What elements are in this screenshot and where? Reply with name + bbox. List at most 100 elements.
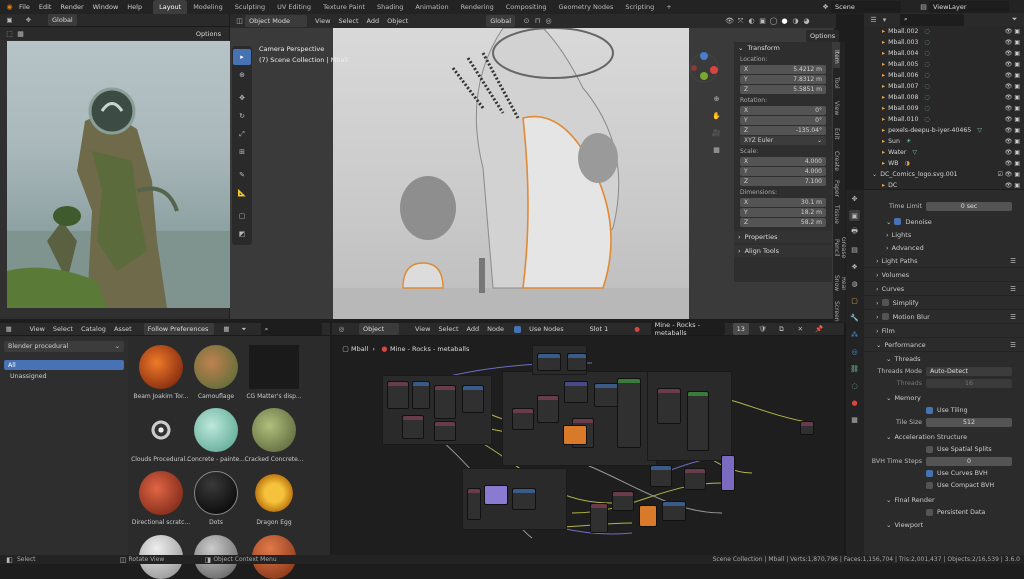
transform-tool-icon[interactable]: ⊞: [233, 144, 251, 160]
asset-item[interactable]: Cracked Concrete...: [244, 408, 304, 463]
rotation-mode-dropdown[interactable]: XYZ Euler ⌄: [740, 136, 826, 145]
shading-wire-icon[interactable]: ◯: [768, 16, 779, 27]
asset-item[interactable]: Concrete - painte...: [186, 408, 246, 463]
node[interactable]: [662, 501, 686, 521]
tab-tissue[interactable]: Tissue: [833, 200, 840, 226]
asset-item[interactable]: Beam Joakim Tor...: [131, 345, 191, 400]
node[interactable]: [800, 421, 814, 435]
node[interactable]: [387, 381, 409, 409]
outliner-row[interactable]: ▸ WB ◑ 👁 ▣: [864, 158, 1024, 169]
advanced-subpanel[interactable]: › Advanced: [864, 241, 1024, 254]
outliner-row[interactable]: ▸ Mball.007 ◌ 👁 ▣: [864, 81, 1024, 92]
particles-tab-icon[interactable]: ⁂: [849, 329, 860, 340]
outliner-row[interactable]: ▸ Mball.005 ◌ 👁 ▣: [864, 59, 1024, 70]
node[interactable]: [537, 353, 561, 371]
tab-tool[interactable]: Tool: [833, 68, 840, 94]
persistent-data-checkbox[interactable]: [926, 508, 933, 516]
move-tool-icon[interactable]: ✥: [233, 90, 251, 106]
tab-screen[interactable]: Screen: [833, 298, 840, 322]
tool-tab-icon[interactable]: ✥: [849, 193, 860, 204]
select-mode-icon[interactable]: ▦: [15, 28, 26, 39]
tab-uv-editing[interactable]: UV Editing: [271, 0, 317, 14]
asset-menu-view[interactable]: View: [29, 325, 44, 333]
simplify-checkbox[interactable]: [881, 299, 889, 306]
menu-file[interactable]: File: [19, 3, 30, 11]
menu-edit[interactable]: Edit: [39, 3, 52, 11]
node[interactable]: [590, 503, 608, 533]
node[interactable]: [462, 385, 484, 413]
film-panel[interactable]: › Film: [864, 324, 1024, 338]
view-layer-tab-icon[interactable]: ▤: [849, 244, 860, 255]
constraints-tab-icon[interactable]: ⛓: [849, 363, 860, 374]
node[interactable]: [412, 381, 430, 409]
tab-animation[interactable]: Animation: [409, 0, 454, 14]
node[interactable]: [512, 408, 534, 430]
tab-layout[interactable]: Layout: [153, 0, 188, 14]
threads-field[interactable]: 16: [926, 378, 1012, 388]
camera-view[interactable]: [333, 27, 689, 319]
viewport-transform-orientation[interactable]: Global: [486, 15, 516, 27]
transform-section-header[interactable]: ⌄ Transform: [734, 42, 832, 54]
curves-panel[interactable]: › Curves ☰: [864, 282, 1024, 296]
compact-bvh-row[interactable]: Use Compact BVH: [864, 479, 1024, 491]
annotate-tool-icon[interactable]: ✎: [233, 167, 251, 183]
asset-menu-catalog[interactable]: Catalog: [81, 325, 106, 333]
rotate-tool-icon[interactable]: ↻: [233, 108, 251, 124]
scene-tab-icon[interactable]: ❖: [849, 261, 860, 272]
location-x[interactable]: X 5.4212 m: [740, 65, 826, 74]
shading-material-icon[interactable]: ◑: [790, 16, 801, 27]
tab-real-snow[interactable]: Real Snow: [833, 266, 847, 298]
node[interactable]: [434, 385, 456, 419]
image-options-button[interactable]: Options: [191, 27, 225, 40]
node[interactable]: [650, 465, 672, 487]
shader-node-editor[interactable]: ◎ Object View Select Add Node Use Nodes …: [332, 321, 844, 555]
node[interactable]: [721, 455, 735, 491]
snap-magnet-icon[interactable]: ⊓: [532, 16, 543, 27]
viewport-menu-object[interactable]: Object: [387, 17, 408, 25]
node[interactable]: [512, 488, 536, 510]
curves-bvh-row[interactable]: Use Curves BVH: [864, 467, 1024, 479]
outliner-search[interactable]: ⌕: [900, 13, 964, 26]
scale-y[interactable]: Y 4.000: [740, 167, 826, 176]
catalog-all[interactable]: All: [4, 360, 124, 370]
outliner-row[interactable]: ▸ Mball.003 ◌ 👁 ▣: [864, 37, 1024, 48]
grid-view-icon[interactable]: ▦: [222, 324, 231, 335]
tab-create[interactable]: Create: [833, 144, 840, 174]
node[interactable]: [639, 505, 657, 527]
tab-grease-pencil[interactable]: Grease Pencil: [833, 226, 847, 266]
xray-icon[interactable]: ▣: [757, 16, 768, 27]
world-tab-icon[interactable]: ◍: [849, 278, 860, 289]
tab-geometry-nodes[interactable]: Geometry Nodes: [553, 0, 620, 14]
memory-subpanel[interactable]: ⌄ Memory: [864, 391, 1024, 404]
outliner-row[interactable]: ▸ pexels-deepu-b-iyer-40465 ▽ 👁 ▣: [864, 125, 1024, 136]
use-tiling-checkbox[interactable]: [926, 406, 933, 414]
threads-subpanel[interactable]: ⌄ Threads: [864, 352, 1024, 365]
use-tiling-row[interactable]: Use Tiling: [864, 404, 1024, 416]
scale-z[interactable]: Z 7.100: [740, 177, 826, 186]
node[interactable]: [564, 381, 588, 403]
navigation-gizmo[interactable]: [684, 46, 724, 86]
cursor-tool-icon[interactable]: ⊕: [233, 67, 251, 83]
shading-solid-icon[interactable]: ●: [779, 16, 790, 27]
rotation-y[interactable]: Y 0°: [740, 116, 826, 125]
outliner-row[interactable]: ▸ Mball.010 ◌ 👁 ▣: [864, 114, 1024, 125]
dimensions-y[interactable]: Y 18.2 m: [740, 208, 826, 217]
final-render-subpanel[interactable]: ⌄ Final Render: [864, 493, 1024, 506]
motion-blur-checkbox[interactable]: [881, 313, 889, 320]
tab-compositing[interactable]: Compositing: [500, 0, 553, 14]
accel-structure-subpanel[interactable]: ⌄ Acceleration Structure: [864, 430, 1024, 443]
editor-type-icon[interactable]: ▣: [4, 15, 15, 26]
camera-view-icon[interactable]: 🎥: [711, 127, 722, 138]
data-tab-icon[interactable]: ◌: [849, 380, 860, 391]
asset-item[interactable]: Camouflage: [186, 345, 246, 400]
scale-tool-icon[interactable]: ⤢: [233, 126, 251, 142]
object-tab-icon[interactable]: ▢: [849, 295, 860, 306]
rotation-x[interactable]: X 0°: [740, 106, 826, 115]
persistent-data-row[interactable]: Persistent Data: [864, 506, 1024, 518]
performance-panel[interactable]: ⌄ Performance ☰: [864, 338, 1024, 352]
select-box-icon[interactable]: ⬚: [4, 28, 15, 39]
scene-selector[interactable]: ❖ Scene: [820, 1, 901, 13]
properties-section-header[interactable]: › Properties: [734, 231, 832, 243]
render-tab-icon[interactable]: ▣: [849, 210, 860, 221]
tab-modeling[interactable]: Modeling: [187, 0, 229, 14]
